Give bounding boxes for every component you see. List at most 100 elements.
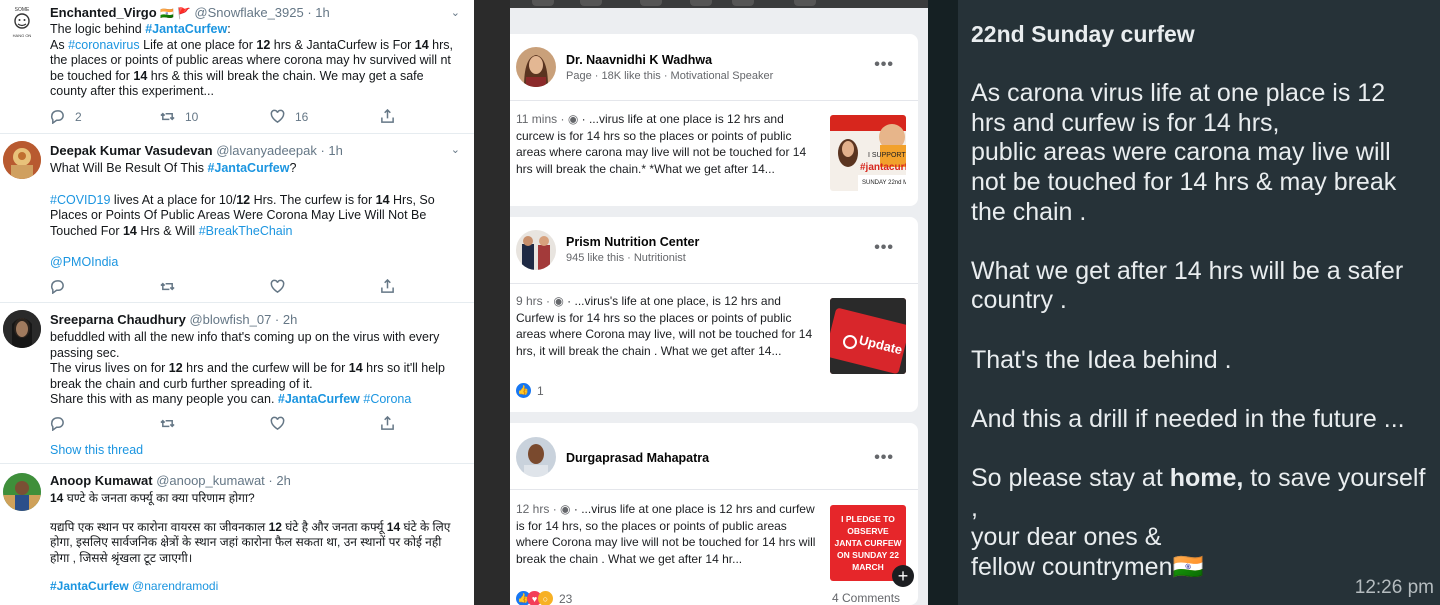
- more-options-icon[interactable]: •••: [874, 56, 894, 74]
- text-segment: 14: [386, 519, 401, 534]
- post-snippet[interactable]: 9 hrs · ◉ · ...virus's life at one place…: [516, 293, 818, 359]
- globe-icon: ◉: [553, 294, 564, 308]
- toolbar-button[interactable]: [732, 0, 754, 6]
- avatar[interactable]: [516, 230, 556, 270]
- like-button[interactable]: 16: [270, 109, 308, 124]
- text-segment: :: [227, 22, 231, 36]
- author-name[interactable]: Dr. Naavnidhi K Wadhwa: [566, 53, 712, 67]
- user-name[interactable]: Enchanted_Virgo: [50, 5, 157, 20]
- chevron-down-icon[interactable]: ⌄: [451, 143, 460, 156]
- tweet-time[interactable]: 2h: [276, 473, 290, 488]
- mention-link[interactable]: @PMOIndia: [50, 255, 460, 271]
- text-segment: 14: [122, 223, 137, 238]
- avatar[interactable]: [3, 141, 41, 179]
- share-icon: [381, 416, 394, 430]
- like-button[interactable]: [270, 416, 285, 431]
- hashtag-link[interactable]: #coronavirus: [68, 38, 140, 52]
- hashtag-link[interactable]: #JantaCurfew: [145, 22, 227, 36]
- tweet-time[interactable]: 1h: [315, 5, 329, 20]
- reply-icon: [50, 110, 64, 124]
- reply-button[interactable]: 2: [50, 109, 82, 124]
- avatar[interactable]: [3, 473, 41, 511]
- retweet-button[interactable]: [160, 279, 175, 294]
- message-text: 22nd Sunday curfew As carona virus life …: [971, 20, 1426, 582]
- chevron-down-icon[interactable]: ⌄: [451, 6, 460, 19]
- post-time[interactable]: 11 mins: [516, 112, 557, 126]
- post-snippet[interactable]: 11 mins · ◉ · ...virus life at one place…: [516, 111, 818, 177]
- user-handle[interactable]: @lavanyadeepak: [216, 143, 317, 158]
- comments-count[interactable]: 4 Comments: [832, 591, 900, 605]
- hashtag-link[interactable]: #COVID19: [50, 193, 110, 207]
- post-thumbnail[interactable]: Update: [830, 298, 906, 374]
- hashtag-link[interactable]: #JantaCurfew: [50, 579, 129, 593]
- reply-button[interactable]: [50, 416, 65, 431]
- post-time[interactable]: 12 hrs: [516, 502, 549, 516]
- avatar[interactable]: [3, 310, 41, 348]
- like-button[interactable]: [270, 279, 285, 294]
- tweet-line: county after this experiment...: [50, 84, 460, 100]
- avatar[interactable]: [516, 47, 556, 87]
- post-time[interactable]: 9 hrs: [516, 294, 543, 308]
- more-options-icon[interactable]: •••: [874, 239, 894, 257]
- text-segment: ?: [289, 161, 297, 175]
- post-snippet[interactable]: 12 hrs · ◉ · ...virus life at one place …: [516, 501, 818, 567]
- post-thumbnail[interactable]: I SUPPORT #jantacurf SUNDAY 22nd MA: [830, 115, 906, 191]
- reactions-summary[interactable]: 👍 1: [516, 383, 544, 398]
- reactions-summary[interactable]: 👍 ♥ ○ 23: [516, 591, 572, 605]
- tweet-actions: [50, 279, 410, 295]
- text-segment: be touched for: [50, 68, 134, 83]
- toolbar-button[interactable]: [640, 0, 662, 6]
- reply-button[interactable]: [50, 279, 65, 294]
- text-segment: What Will Be Result Of This: [50, 161, 208, 175]
- tweet-card[interactable]: Deepak Kumar Vasudevan @lavanyadeepak · …: [0, 133, 474, 303]
- author-name[interactable]: Prism Nutrition Center: [566, 235, 699, 249]
- avatar[interactable]: SOME HANG ON: [3, 2, 41, 40]
- hashtag-link[interactable]: #Corona: [360, 392, 411, 406]
- tweet-line: The logic behind #JantaCurfew:: [50, 22, 460, 38]
- share-button[interactable]: [380, 109, 395, 124]
- toolbar-button[interactable]: [580, 0, 602, 6]
- tweet-time[interactable]: 1h: [328, 143, 342, 158]
- tweet-text: The logic behind #JantaCurfew: As #corona…: [50, 22, 460, 100]
- tweet-card[interactable]: SOME HANG ON Enchanted_Virgo 🇮🇳 🚩 @Snowfl…: [0, 0, 474, 134]
- share-button[interactable]: [380, 279, 395, 294]
- tweet-header: Deepak Kumar Vasudevan @lavanyadeepak · …: [50, 143, 343, 158]
- text-segment: lives At a place for 10/: [110, 192, 237, 207]
- retweet-button[interactable]: 10: [160, 109, 198, 124]
- add-icon[interactable]: +: [892, 565, 914, 587]
- user-handle[interactable]: @anoop_kumawat: [156, 473, 265, 488]
- user-handle[interactable]: @blowfish_07: [189, 312, 271, 327]
- retweet-button[interactable]: [160, 416, 175, 431]
- tweet-card[interactable]: Anoop Kumawat @anoop_kumawat · 2h 14 घण्…: [0, 463, 474, 605]
- reply-icon: [50, 417, 64, 431]
- post-card[interactable]: Dr. Naavnidhi K Wadhwa Page · 18K like t…: [510, 34, 918, 206]
- toolbar-button[interactable]: [794, 0, 816, 6]
- whatsapp-message-panel: 22nd Sunday curfew As carona virus life …: [928, 0, 1440, 605]
- user-handle[interactable]: @Snowflake_3925: [194, 5, 303, 20]
- tweet-text: befuddled with all the new info that's c…: [50, 330, 460, 408]
- text-segment: 14: [348, 361, 363, 375]
- svg-text:SOME: SOME: [15, 7, 30, 13]
- mention-link[interactable]: @narendramodi: [129, 579, 218, 593]
- text-segment: Hrs & Will: [136, 223, 199, 238]
- author-name[interactable]: Durgaprasad Mahapatra: [566, 451, 709, 465]
- user-name[interactable]: Sreeparna Chaudhury: [50, 312, 186, 327]
- post-card[interactable]: Durgaprasad Mahapatra ••• 12 hrs · ◉ · .…: [510, 423, 918, 605]
- user-name[interactable]: Deepak Kumar Vasudevan: [50, 143, 213, 158]
- globe-icon: ◉: [567, 112, 579, 126]
- more-options-icon[interactable]: •••: [874, 449, 894, 467]
- search-icon[interactable]: [532, 0, 554, 6]
- toolbar-button[interactable]: [690, 0, 712, 6]
- tweet-time[interactable]: 2h: [283, 312, 297, 327]
- hashtag-link[interactable]: #BreakTheChain: [199, 224, 293, 238]
- avatar[interactable]: [516, 437, 556, 477]
- tweet-card[interactable]: Sreeparna Chaudhury @blowfish_07 · 2h be…: [0, 302, 474, 464]
- share-icon: [381, 109, 394, 123]
- share-button[interactable]: [380, 416, 395, 431]
- hashtag-link[interactable]: #JantaCurfew: [278, 392, 360, 406]
- post-card[interactable]: Prism Nutrition Center 945 like this · N…: [510, 217, 918, 412]
- hashtag-link[interactable]: #JantaCurfew: [207, 161, 289, 175]
- user-name[interactable]: Anoop Kumawat: [50, 473, 153, 488]
- window-gap: [474, 0, 510, 605]
- show-thread-link[interactable]: Show this thread: [50, 443, 143, 457]
